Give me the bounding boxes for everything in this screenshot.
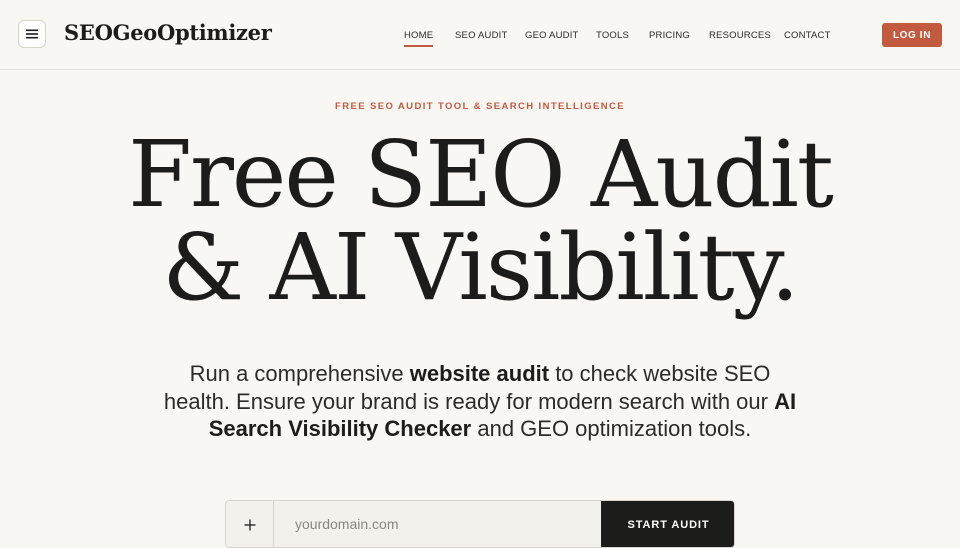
hero-subtitle: Run a comprehensive website audit to che… — [160, 360, 800, 443]
site-header: SEOGeoOptimizer HOME SEO AUDIT GEO AUDIT… — [0, 0, 960, 70]
nav-pricing[interactable]: PRICING — [649, 30, 690, 41]
hero-eyebrow: FREE SEO AUDIT TOOL & SEARCH INTELLIGENC… — [335, 101, 625, 112]
domain-search-bar: START AUDIT — [225, 500, 735, 548]
domain-input[interactable] — [274, 501, 601, 547]
headline-line-2: & AI Visibility. — [162, 214, 799, 321]
start-audit-button[interactable]: START AUDIT — [601, 501, 734, 547]
login-button[interactable]: LOG IN — [882, 23, 942, 47]
nav-home[interactable]: HOME — [404, 30, 434, 47]
nav-contact[interactable]: CONTACT — [784, 30, 831, 41]
plus-glyph-icon — [244, 519, 255, 531]
nav-geo-audit[interactable]: GEO AUDIT — [525, 30, 579, 41]
plus-icon[interactable] — [226, 501, 274, 547]
subtitle-text-3: and GEO optimization tools. — [471, 416, 752, 441]
nav-tools[interactable]: TOOLS — [596, 30, 629, 41]
hero-headline: Free SEO Audit & AI Visibility. — [0, 128, 960, 314]
main-nav: HOME SEO AUDIT GEO AUDIT TOOLS PRICING R… — [0, 0, 960, 70]
subtitle-text-1: Run a comprehensive — [189, 361, 410, 386]
nav-seo-audit[interactable]: SEO AUDIT — [455, 30, 507, 41]
nav-resources[interactable]: RESOURCES — [709, 30, 771, 41]
headline-line-1: Free SEO Audit — [128, 121, 834, 228]
subtitle-bold-website-audit: website audit — [409, 361, 550, 386]
